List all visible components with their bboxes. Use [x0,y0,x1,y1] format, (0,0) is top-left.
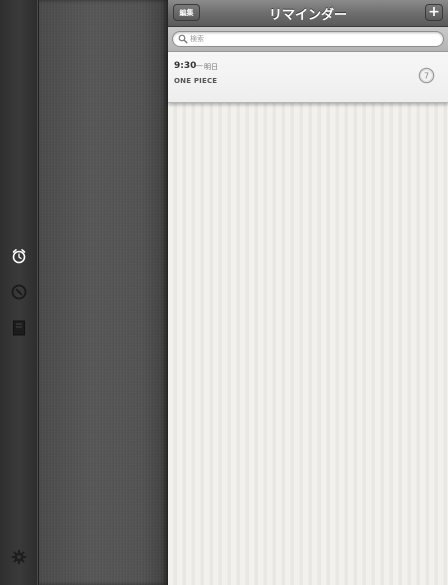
reminder-separator: — [195,61,203,70]
search-input[interactable]: 検索 [172,31,444,47]
reminder-day: 明日 [204,63,218,71]
reminders-panel: 編集 リマインダー + 検索 9:30 — 明日 ONE PIECE 7 [168,0,448,585]
compass-icon[interactable] [10,283,28,301]
reminder-check-number: 7 [424,72,429,81]
book-icon[interactable] [10,319,28,337]
search-bar: 検索 [168,27,448,52]
navigation-bar: 編集 リマインダー + [168,0,448,27]
reminder-title: ONE PIECE [174,77,218,85]
page-title: リマインダー [268,8,347,23]
list-panel [39,0,168,585]
edit-button[interactable]: 編集 [173,4,200,21]
search-icon [178,34,188,44]
reminder-checkbox[interactable]: 7 [418,67,435,84]
sidebar [0,0,39,585]
app-window: 編集 リマインダー + 検索 9:30 — 明日 ONE PIECE 7 [0,0,448,585]
alarm-clock-icon[interactable] [10,247,28,265]
reminder-time: 9:30 [174,61,197,71]
reminder-item[interactable]: 9:30 — 明日 ONE PIECE 7 [168,52,448,103]
search-placeholder: 検索 [190,35,204,43]
gear-icon[interactable] [10,548,28,566]
add-reminder-button[interactable]: + [425,4,443,21]
